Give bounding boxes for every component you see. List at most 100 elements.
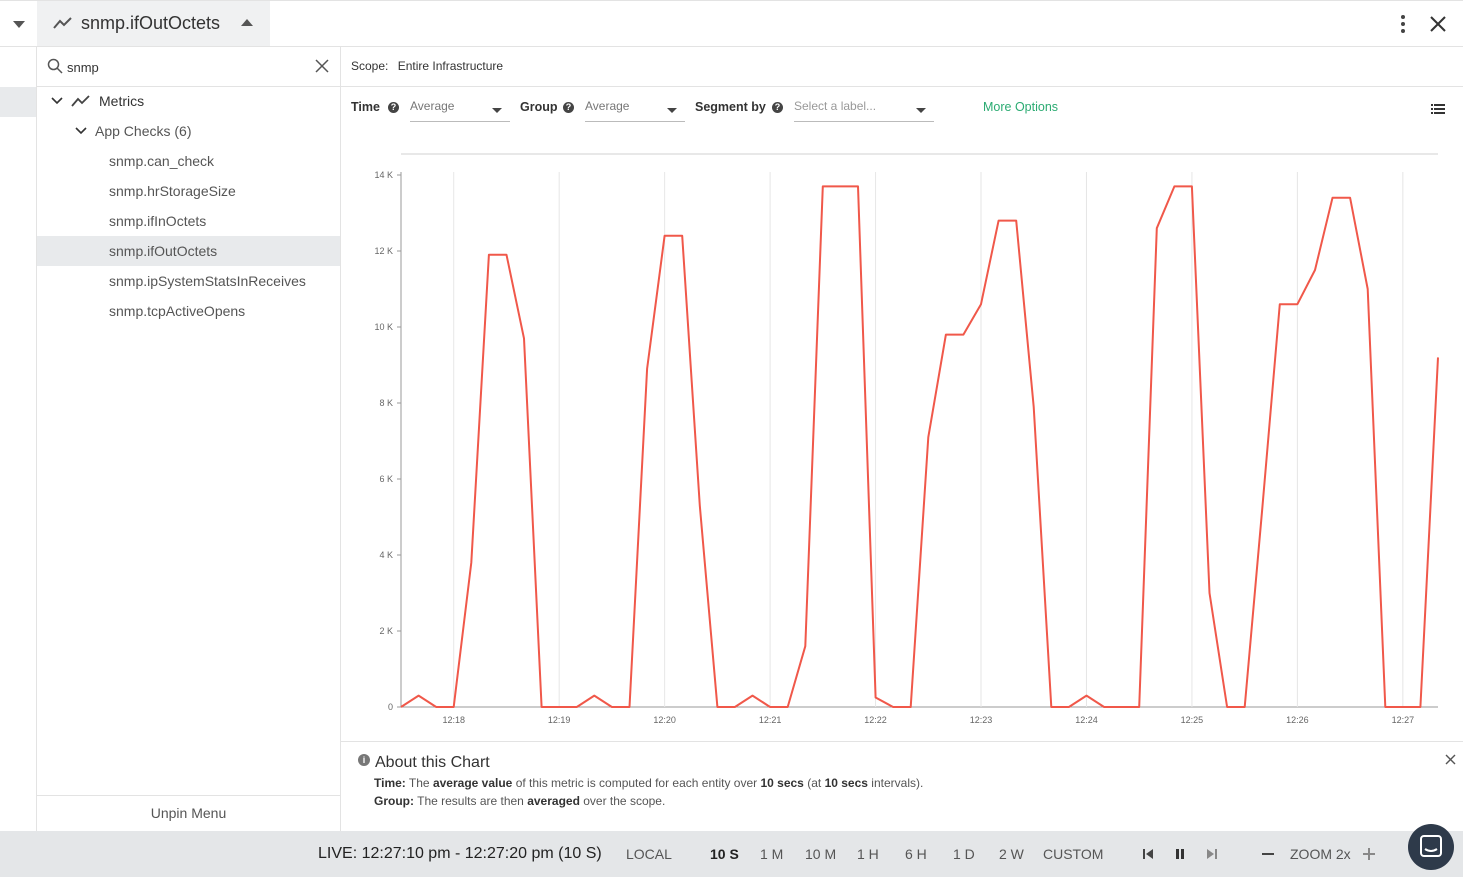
time-aggregation-select[interactable]: Average <box>410 96 510 122</box>
zoom-in-icon[interactable] <box>1363 848 1375 860</box>
skip-forward-icon[interactable] <box>1206 848 1218 860</box>
y-tick-label: 2 K <box>379 626 393 636</box>
tree-group-app-checks[interactable]: App Checks (6) <box>37 116 340 146</box>
tree-item-label: snmp.ipSystemStatsInReceives <box>109 273 306 289</box>
y-tick-label: 6 K <box>379 474 393 484</box>
info-icon: i <box>358 754 370 766</box>
x-tick-label: 12:24 <box>1075 715 1098 725</box>
segment-select[interactable]: Select a label... <box>794 96 934 122</box>
search-input[interactable] <box>67 57 307 77</box>
caret-up-icon[interactable] <box>241 19 253 26</box>
list-view-icon[interactable] <box>1431 103 1445 115</box>
clear-search-icon[interactable] <box>315 59 329 73</box>
skip-back-icon[interactable] <box>1142 848 1154 860</box>
sidebar-rail <box>0 47 37 831</box>
range-custom[interactable]: CUSTOM <box>1043 846 1103 862</box>
tree-group-label: App Checks (6) <box>95 123 192 139</box>
tree-root-label: Metrics <box>99 93 145 109</box>
close-icon[interactable] <box>1428 14 1448 34</box>
y-tick-label: 0 <box>388 702 393 712</box>
tree-item[interactable]: snmp.ipSystemStatsInReceives <box>37 266 340 296</box>
range-10m[interactable]: 10 M <box>805 846 836 862</box>
caret-down-icon <box>12 20 25 28</box>
chat-launcher-button[interactable] <box>1408 824 1454 870</box>
live-range-label: LIVE: 12:27:10 pm - 12:27:20 pm (10 S) <box>318 845 602 862</box>
about-text: of this metric is computed for each enti… <box>515 776 758 790</box>
x-tick-label: 12:23 <box>970 715 993 725</box>
scope-value[interactable]: Entire Infrastructure <box>398 59 503 73</box>
about-text: The results are then <box>417 794 524 808</box>
tree-item[interactable]: snmp.can_check <box>37 146 340 176</box>
range-1m[interactable]: 1 M <box>760 846 783 862</box>
x-tick-label: 12:20 <box>653 715 676 725</box>
segment-label: Segment by <box>695 100 766 114</box>
kebab-menu-icon[interactable] <box>1394 14 1412 34</box>
y-tick-label: 8 K <box>379 398 393 408</box>
timezone-toggle[interactable]: LOCAL <box>626 846 672 862</box>
top-bar: snmp.ifOutOctets <box>0 0 1463 47</box>
trend-icon <box>53 17 72 29</box>
line-chart: 12:18 12:19 12:20 12:21 12:22 12:23 12:24 12:25… <box>374 153 1439 725</box>
range-1d[interactable]: 1 D <box>953 846 975 862</box>
about-group-label: Group: <box>374 794 414 808</box>
about-text: The <box>408 776 430 790</box>
tab-title: snmp.ifOutOctets <box>81 13 221 33</box>
range-10s[interactable]: 10 S <box>710 846 739 862</box>
help-icon[interactable]: ? <box>772 102 783 113</box>
tree-item-label: snmp.can_check <box>109 153 215 169</box>
tree-item[interactable]: snmp.ifInOctets <box>37 206 340 236</box>
tree-item-label: snmp.hrStorageSize <box>109 183 236 199</box>
tree-item-label: snmp.ifOutOctets <box>109 243 218 259</box>
tree-item[interactable]: snmp.hrStorageSize <box>37 176 340 206</box>
x-tick-label: 12:21 <box>759 715 782 725</box>
about-emphasis: 10 secs <box>760 776 804 790</box>
caret-down-icon <box>492 108 502 113</box>
caret-down-icon <box>916 108 926 113</box>
tree-item-label: snmp.ifInOctets <box>109 213 207 229</box>
tree-root-metrics[interactable]: Metrics <box>37 86 340 116</box>
about-text: intervals). <box>871 776 924 790</box>
scope-label: Scope: <box>351 59 389 73</box>
chevron-down-icon <box>51 97 63 105</box>
range-1h[interactable]: 1 H <box>857 846 879 862</box>
help-icon[interactable]: ? <box>388 102 399 113</box>
tree-item[interactable]: snmp.tcpActiveOpens <box>37 296 340 326</box>
time-navigation-bar: LIVE: 12:27:10 pm - 12:27:20 pm (10 S) L… <box>0 831 1463 877</box>
group-aggregation-select[interactable]: Average <box>585 96 685 122</box>
collapse-panel-button[interactable] <box>0 1 37 47</box>
zoom-level: ZOOM 2x <box>1290 846 1351 862</box>
unpin-menu-button[interactable]: Unpin Menu <box>37 795 340 831</box>
more-options-link[interactable]: More Options <box>983 100 1058 114</box>
about-emphasis: average value <box>432 776 513 790</box>
y-tick-label: 12 K <box>374 246 393 256</box>
range-2w[interactable]: 2 W <box>999 846 1024 862</box>
help-icon[interactable]: ? <box>563 102 574 113</box>
series-line <box>400 185 1439 708</box>
about-time-line: Time: The average value of this metric i… <box>374 776 923 790</box>
scope-bar: Scope: Entire Infrastructure <box>341 47 1463 87</box>
range-6h[interactable]: 6 H <box>905 846 927 862</box>
metric-tab[interactable]: snmp.ifOutOctets <box>37 1 270 46</box>
caret-down-icon <box>667 108 677 113</box>
about-text: over the scope. <box>583 794 666 808</box>
y-tick-label: 10 K <box>374 322 393 332</box>
chart-controls: Time ? Average Group ? Average Segment b… <box>341 88 1463 128</box>
zoom-out-icon[interactable] <box>1262 853 1274 855</box>
tree-item-selected[interactable]: snmp.ifOutOctets <box>37 236 340 266</box>
x-tick-label: 12:18 <box>442 715 465 725</box>
segment-placeholder: Select a label... <box>794 99 877 113</box>
x-tick-label: 12:26 <box>1286 715 1309 725</box>
tree-item-label: snmp.tcpActiveOpens <box>109 303 246 319</box>
close-about-icon[interactable] <box>1445 754 1456 765</box>
search-icon <box>47 58 63 74</box>
time-aggregation-value: Average <box>410 99 455 113</box>
search-box <box>37 47 340 87</box>
about-text: (at <box>807 776 822 790</box>
pause-icon[interactable] <box>1174 848 1186 860</box>
main-panel: Scope: Entire Infrastructure Time ? Aver… <box>341 47 1463 831</box>
about-emphasis: 10 secs <box>824 776 868 790</box>
rail-selection <box>0 87 36 117</box>
x-tick-label: 12:22 <box>864 715 887 725</box>
x-tick-label: 12:19 <box>548 715 571 725</box>
chat-icon <box>1420 835 1442 857</box>
